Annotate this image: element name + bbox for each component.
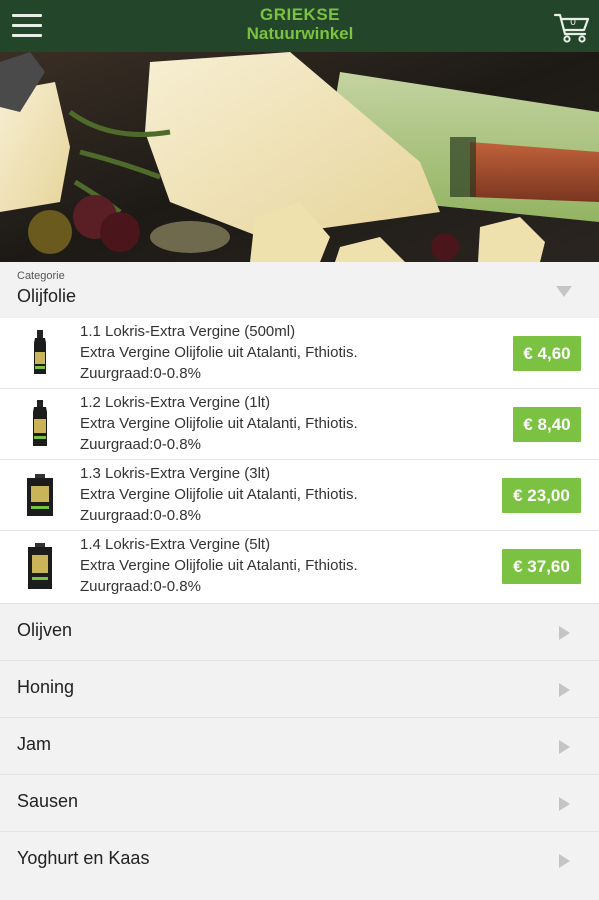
category-item-label: Honing xyxy=(17,677,75,697)
category-item-label: Jam xyxy=(17,734,52,754)
price-button[interactable]: € 37,60 xyxy=(502,549,581,584)
top-app-bar: GRIEKSE Natuurwinkel 0 xyxy=(0,0,599,52)
product-acidity: Zuurgraad:0-0.8% xyxy=(80,365,201,382)
product-name: 1.1 Lokris-Extra Vergine (500ml) xyxy=(80,323,296,340)
caret-right-icon xyxy=(559,740,570,754)
brand-line-1: GRIEKSE xyxy=(259,5,341,24)
category-item-yoghurt-en-kaas[interactable]: Yoghurt en Kaas xyxy=(0,831,599,888)
product-row[interactable]: 1.4 Lokris-Extra Vergine (5lt) Extra Ver… xyxy=(0,531,599,602)
caret-right-icon xyxy=(559,626,570,640)
product-description: Extra Vergine Olijfolie uit Atalanti, Ft… xyxy=(80,415,358,432)
shopping-cart-button[interactable]: 0 xyxy=(553,12,591,44)
hamburger-menu-icon[interactable] xyxy=(12,14,42,38)
caret-down-icon[interactable] xyxy=(556,286,572,297)
category-item-label: Yoghurt en Kaas xyxy=(17,848,150,868)
product-row[interactable]: 1.2 Lokris-Extra Vergine (1lt) Extra Ver… xyxy=(0,389,599,460)
product-row[interactable]: 1.3 Lokris-Extra Vergine (3lt) Extra Ver… xyxy=(0,460,599,531)
product-name: 1.4 Lokris-Extra Vergine (5lt) xyxy=(80,536,271,553)
product-row[interactable]: 1.1 Lokris-Extra Vergine (500ml) Extra V… xyxy=(0,318,599,389)
bottle-500ml-thumbnail xyxy=(34,330,46,374)
category-caption: Categorie xyxy=(17,270,65,282)
cart-count-badge: 0 xyxy=(570,17,576,28)
product-description: Extra Vergine Olijfolie uit Atalanti, Ft… xyxy=(80,344,358,361)
product-acidity: Zuurgraad:0-0.8% xyxy=(80,578,201,595)
product-text: 1.2 Lokris-Extra Vergine (1lt) Extra Ver… xyxy=(80,392,358,455)
bottle-1lt-thumbnail xyxy=(33,400,47,446)
caret-right-icon xyxy=(559,797,570,811)
tin-3lt-thumbnail xyxy=(27,474,53,516)
product-description: Extra Vergine Olijfolie uit Atalanti, Ft… xyxy=(80,557,358,574)
brand-logo[interactable]: GRIEKSE Natuurwinkel xyxy=(200,5,400,43)
category-item-olijven[interactable]: Olijven xyxy=(0,603,599,660)
price-button[interactable]: € 4,60 xyxy=(513,336,581,371)
product-acidity: Zuurgraad:0-0.8% xyxy=(80,436,201,453)
product-list: 1.1 Lokris-Extra Vergine (500ml) Extra V… xyxy=(0,318,599,603)
category-item-label: Sausen xyxy=(17,791,79,811)
category-item-jam[interactable]: Jam xyxy=(0,717,599,774)
product-text: 1.3 Lokris-Extra Vergine (3lt) Extra Ver… xyxy=(80,463,358,526)
product-name: 1.3 Lokris-Extra Vergine (3lt) xyxy=(80,465,271,482)
category-selected-title: Olijfolie xyxy=(17,286,77,306)
category-selector[interactable]: Categorie Olijfolie xyxy=(0,262,599,318)
caret-right-icon xyxy=(559,683,570,697)
product-name: 1.2 Lokris-Extra Vergine (1lt) xyxy=(80,394,271,411)
price-button[interactable]: € 23,00 xyxy=(502,478,581,513)
caret-right-icon xyxy=(559,854,570,868)
product-text: 1.1 Lokris-Extra Vergine (500ml) Extra V… xyxy=(80,321,358,384)
tin-5lt-thumbnail xyxy=(28,543,52,589)
product-acidity: Zuurgraad:0-0.8% xyxy=(80,507,201,524)
product-text: 1.4 Lokris-Extra Vergine (5lt) Extra Ver… xyxy=(80,534,358,597)
product-description: Extra Vergine Olijfolie uit Atalanti, Ft… xyxy=(80,486,358,503)
brand-line-2: Natuurwinkel xyxy=(246,24,354,43)
category-item-label: Olijven xyxy=(17,620,73,640)
category-item-sausen[interactable]: Sausen xyxy=(0,774,599,831)
price-button[interactable]: € 8,40 xyxy=(513,407,581,442)
category-item-honing[interactable]: Honing xyxy=(0,660,599,717)
hero-banner-image xyxy=(0,52,599,262)
